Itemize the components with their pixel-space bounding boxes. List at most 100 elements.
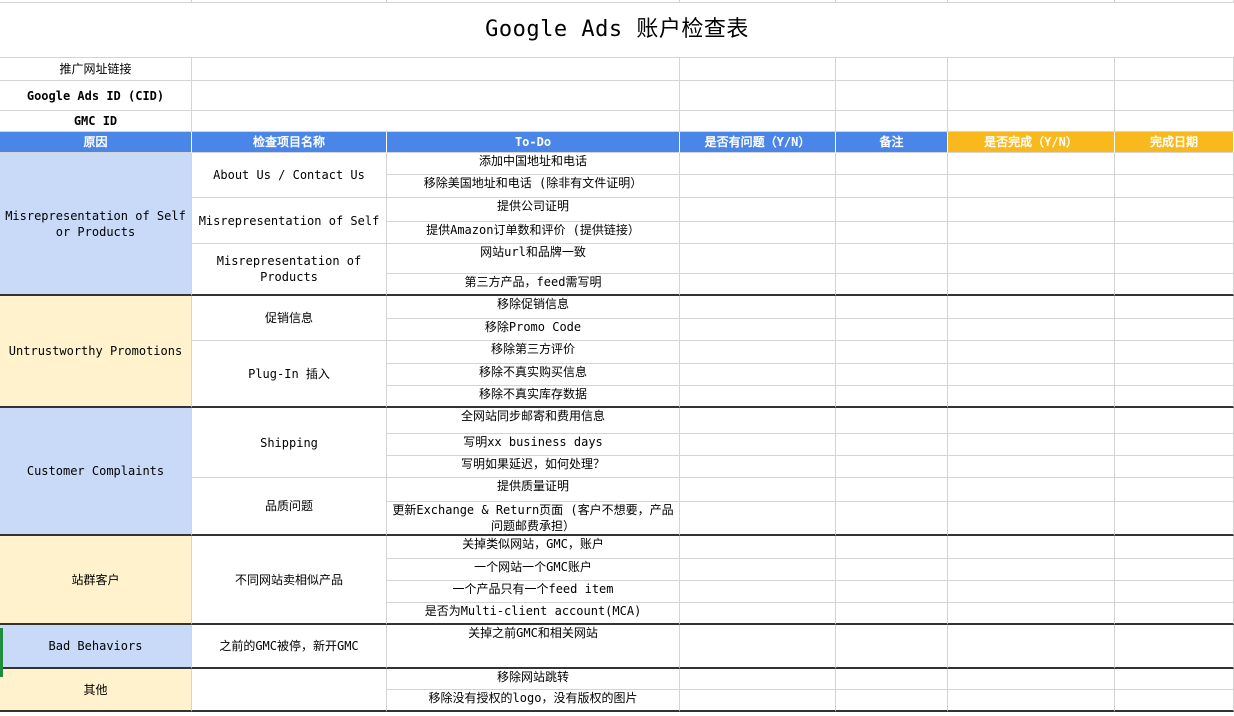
info-empty-cell[interactable] <box>836 81 948 111</box>
completed-cell[interactable] <box>948 364 1115 386</box>
completed-cell[interactable] <box>948 536 1115 559</box>
info-empty-cell[interactable] <box>680 111 836 132</box>
completion-date-cell[interactable] <box>1115 244 1234 274</box>
has-issue-cell[interactable] <box>680 625 836 669</box>
completed-cell[interactable] <box>948 198 1115 222</box>
completed-cell[interactable] <box>948 319 1115 341</box>
has-issue-cell[interactable] <box>680 198 836 222</box>
has-issue-cell[interactable] <box>680 536 836 559</box>
has-issue-cell[interactable] <box>680 690 836 712</box>
completion-date-cell[interactable] <box>1115 198 1234 222</box>
completed-cell[interactable] <box>948 244 1115 274</box>
has-issue-cell[interactable] <box>680 386 836 408</box>
completed-cell[interactable] <box>948 581 1115 603</box>
has-issue-cell[interactable] <box>680 296 836 319</box>
notes-cell[interactable] <box>836 625 948 669</box>
completion-date-cell[interactable] <box>1115 175 1234 198</box>
completed-cell[interactable] <box>948 669 1115 690</box>
notes-cell[interactable] <box>836 478 948 502</box>
has-issue-cell[interactable] <box>680 341 836 364</box>
completion-date-cell[interactable] <box>1115 669 1234 690</box>
has-issue-cell[interactable] <box>680 559 836 581</box>
notes-cell[interactable] <box>836 559 948 581</box>
notes-cell[interactable] <box>836 581 948 603</box>
completion-date-cell[interactable] <box>1115 625 1234 669</box>
completion-date-cell[interactable] <box>1115 341 1234 364</box>
completion-date-cell[interactable] <box>1115 408 1234 434</box>
info-empty-cell[interactable] <box>1115 81 1234 111</box>
completed-cell[interactable] <box>948 222 1115 244</box>
has-issue-cell[interactable] <box>680 153 836 175</box>
completed-cell[interactable] <box>948 153 1115 175</box>
notes-cell[interactable] <box>836 386 948 408</box>
notes-cell[interactable] <box>836 456 948 478</box>
has-issue-cell[interactable] <box>680 502 836 536</box>
info-value-field[interactable] <box>192 81 680 111</box>
info-empty-cell[interactable] <box>1115 58 1234 81</box>
notes-cell[interactable] <box>836 690 948 712</box>
completion-date-cell[interactable] <box>1115 153 1234 175</box>
completion-date-cell[interactable] <box>1115 434 1234 456</box>
completion-date-cell[interactable] <box>1115 690 1234 712</box>
notes-cell[interactable] <box>836 502 948 536</box>
notes-cell[interactable] <box>836 669 948 690</box>
completed-cell[interactable] <box>948 456 1115 478</box>
info-empty-cell[interactable] <box>836 58 948 81</box>
info-empty-cell[interactable] <box>948 111 1115 132</box>
completed-cell[interactable] <box>948 341 1115 364</box>
notes-cell[interactable] <box>836 319 948 341</box>
notes-cell[interactable] <box>836 244 948 274</box>
completed-cell[interactable] <box>948 175 1115 198</box>
has-issue-cell[interactable] <box>680 408 836 434</box>
notes-cell[interactable] <box>836 222 948 244</box>
info-value-field[interactable] <box>192 58 680 81</box>
completed-cell[interactable] <box>948 559 1115 581</box>
completion-date-cell[interactable] <box>1115 581 1234 603</box>
completion-date-cell[interactable] <box>1115 274 1234 296</box>
has-issue-cell[interactable] <box>680 603 836 625</box>
notes-cell[interactable] <box>836 536 948 559</box>
completion-date-cell[interactable] <box>1115 364 1234 386</box>
notes-cell[interactable] <box>836 296 948 319</box>
info-empty-cell[interactable] <box>948 58 1115 81</box>
completion-date-cell[interactable] <box>1115 456 1234 478</box>
completed-cell[interactable] <box>948 274 1115 296</box>
completion-date-cell[interactable] <box>1115 296 1234 319</box>
completion-date-cell[interactable] <box>1115 478 1234 502</box>
notes-cell[interactable] <box>836 408 948 434</box>
notes-cell[interactable] <box>836 603 948 625</box>
info-empty-cell[interactable] <box>680 81 836 111</box>
notes-cell[interactable] <box>836 198 948 222</box>
completion-date-cell[interactable] <box>1115 536 1234 559</box>
completed-cell[interactable] <box>948 625 1115 669</box>
info-empty-cell[interactable] <box>680 58 836 81</box>
has-issue-cell[interactable] <box>680 364 836 386</box>
notes-cell[interactable] <box>836 364 948 386</box>
completed-cell[interactable] <box>948 386 1115 408</box>
has-issue-cell[interactable] <box>680 175 836 198</box>
info-value-field[interactable] <box>192 111 680 132</box>
completed-cell[interactable] <box>948 690 1115 712</box>
completed-cell[interactable] <box>948 478 1115 502</box>
completed-cell[interactable] <box>948 603 1115 625</box>
notes-cell[interactable] <box>836 153 948 175</box>
completed-cell[interactable] <box>948 408 1115 434</box>
info-empty-cell[interactable] <box>948 81 1115 111</box>
completion-date-cell[interactable] <box>1115 319 1234 341</box>
completion-date-cell[interactable] <box>1115 386 1234 408</box>
has-issue-cell[interactable] <box>680 478 836 502</box>
has-issue-cell[interactable] <box>680 581 836 603</box>
has-issue-cell[interactable] <box>680 319 836 341</box>
notes-cell[interactable] <box>836 274 948 296</box>
has-issue-cell[interactable] <box>680 669 836 690</box>
notes-cell[interactable] <box>836 341 948 364</box>
completion-date-cell[interactable] <box>1115 502 1234 536</box>
completed-cell[interactable] <box>948 502 1115 536</box>
has-issue-cell[interactable] <box>680 456 836 478</box>
has-issue-cell[interactable] <box>680 244 836 274</box>
completed-cell[interactable] <box>948 296 1115 319</box>
notes-cell[interactable] <box>836 175 948 198</box>
completion-date-cell[interactable] <box>1115 222 1234 244</box>
info-empty-cell[interactable] <box>1115 111 1234 132</box>
page-title[interactable]: Google Ads 账户检查表 <box>0 3 1234 58</box>
